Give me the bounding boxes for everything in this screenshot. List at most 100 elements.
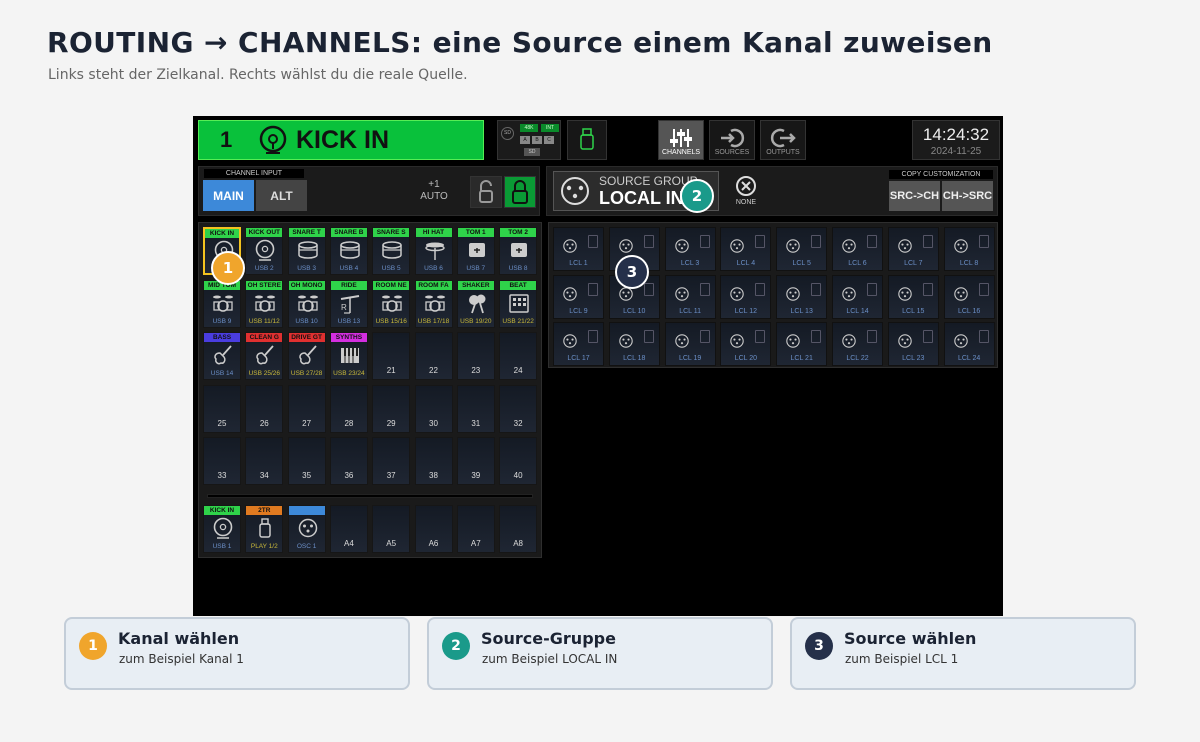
channel-cell-empty[interactable]: 30	[414, 384, 453, 433]
channel-cell-empty[interactable]: A4	[329, 505, 368, 553]
source-cell[interactable]: LCL 23	[887, 322, 939, 366]
channel-cell-empty[interactable]: A8	[499, 505, 538, 553]
channel-cell-empty[interactable]: A6	[414, 505, 453, 553]
source-cell[interactable]: LCL 19	[664, 322, 716, 366]
source-cell[interactable]: LCL 21	[776, 322, 828, 366]
source-cell[interactable]: LCL 1	[553, 227, 604, 271]
channel-cell-empty[interactable]: 29	[372, 384, 411, 433]
source-cell[interactable]: LCL 15	[887, 274, 939, 319]
unlock-button[interactable]	[470, 176, 502, 208]
channel-cell-empty[interactable]: 22	[414, 332, 453, 380]
channel-cell-empty[interactable]: 38	[414, 437, 453, 485]
channel-cell-empty[interactable]: 26	[245, 384, 284, 433]
nav-outputs-button[interactable]: OUTPUTS	[760, 120, 806, 160]
channel-cell[interactable]: ROOM FA USB 17/18	[414, 279, 453, 328]
channel-cell[interactable]: RIDE R USB 13	[329, 279, 368, 328]
usb-button[interactable]	[567, 120, 607, 160]
channel-cell[interactable]: BASS USB 14	[203, 332, 241, 380]
channel-cell-empty[interactable]: 28	[329, 384, 368, 433]
channel-cell[interactable]: SNARE T USB 3	[287, 227, 326, 275]
channel-cell-empty[interactable]: 35	[287, 437, 326, 485]
channel-cell[interactable]: HI HAT USB 6	[414, 227, 453, 275]
channel-source: USB 17/18	[417, 317, 450, 325]
channel-cell-empty[interactable]: 32	[499, 384, 538, 433]
source-cell[interactable]: LCL 8	[943, 227, 995, 271]
alt-input-button[interactable]: ALT	[256, 180, 307, 211]
source-cell[interactable]: LCL 6	[832, 227, 883, 271]
channel-cell[interactable]: OSC 1	[287, 505, 326, 553]
channel-cell[interactable]: SNARE S USB 5	[372, 227, 411, 275]
source-cell[interactable]: LCL 3	[664, 227, 716, 271]
channel-cell-empty[interactable]: 25	[203, 384, 241, 433]
source-cell[interactable]: LCL 17	[553, 322, 604, 366]
source-cell[interactable]: LCL 12	[720, 274, 772, 319]
channel-cell[interactable]: KICK OUT USB 2	[245, 227, 284, 275]
channel-cell-empty[interactable]: 40	[499, 437, 538, 485]
channel-cell[interactable]: TOM 2 USB 8	[499, 227, 538, 275]
mic-icon	[978, 235, 989, 248]
channel-cell[interactable]: ROOM NE USB 15/16	[372, 279, 411, 328]
nav-channels-button[interactable]: CHANNELS	[658, 120, 704, 160]
channel-tag: KICK OUT	[246, 228, 283, 237]
source-group-panel: SOURCE GROUP LOCAL IN NONE COPY CUSTOMIZ…	[546, 166, 998, 216]
xlr-icon	[563, 334, 577, 348]
source-cell[interactable]: LCL 24	[943, 322, 995, 366]
nav-sources-button[interactable]: SOURCES	[709, 120, 755, 160]
channel-cell-empty[interactable]: 21	[372, 332, 411, 380]
channel-cell[interactable]: 2TR PLAY 1/2	[245, 505, 284, 553]
source-cell[interactable]: LCL 11	[664, 274, 716, 319]
source-cell[interactable]: LCL 14	[832, 274, 883, 319]
mic-icon	[755, 235, 766, 248]
channel-cell[interactable]: CLEAN G USB 25/26	[245, 332, 284, 380]
copy-customization-title: COPY CUSTOMIZATION	[889, 170, 993, 179]
channel-cell-empty[interactable]: 37	[372, 437, 411, 485]
channel-cell-empty[interactable]: 39	[456, 437, 495, 485]
channel-cell[interactable]: SYNTHS USB 23/24	[329, 332, 368, 380]
mic-icon	[867, 282, 877, 296]
channel-cell[interactable]: OH STERE USB 11/12	[245, 279, 284, 328]
channel-cell-empty[interactable]: 27	[287, 384, 326, 433]
channel-cell-empty[interactable]: A7	[456, 505, 495, 553]
channel-cell[interactable]: SNARE B USB 4	[329, 227, 368, 275]
channel-cell-empty[interactable]: 36	[329, 437, 368, 485]
mic-icon	[755, 282, 766, 296]
ch-to-src-button[interactable]: CH->SRC	[942, 181, 993, 211]
channel-cell[interactable]: KICK IN USB 1	[203, 505, 241, 553]
mic-icon	[811, 330, 822, 343]
lock-button[interactable]	[504, 176, 536, 208]
channel-cell[interactable]: TOM 1 USB 7	[456, 227, 495, 275]
channel-number: 32	[513, 418, 523, 428]
channel-cell[interactable]: MID TOM USB 9	[203, 279, 241, 328]
source-cell[interactable]: LCL 22	[832, 322, 883, 366]
channel-name-bar[interactable]: 1 KICK IN	[198, 120, 484, 160]
source-cell[interactable]: LCL 7	[887, 227, 939, 271]
channel-source: USB 11/12	[248, 317, 280, 325]
channel-cell-empty[interactable]: 23	[456, 332, 495, 380]
source-cell[interactable]: LCL 13	[776, 274, 828, 319]
channel-source: USB 7	[466, 265, 486, 272]
main-input-button[interactable]: MAIN	[203, 180, 254, 211]
channel-number: 36	[344, 471, 354, 480]
channel-source: USB 5	[381, 265, 401, 272]
none-button[interactable]: NONE	[728, 175, 764, 211]
channel-cell[interactable]: DRIVE GT USB 27/28	[287, 332, 326, 380]
channel-cell-empty[interactable]: 31	[456, 384, 495, 433]
channel-cell[interactable]: SHAKER USB 19/20	[456, 279, 495, 328]
channel-tag	[288, 506, 325, 515]
step-badge: 3	[805, 632, 833, 660]
channel-cell-empty[interactable]: A5	[372, 505, 411, 553]
channel-cell[interactable]: BEAT USB 21/22	[499, 279, 538, 328]
source-cell[interactable]: LCL 4	[720, 227, 772, 271]
source-cell[interactable]: LCL 18	[608, 322, 660, 366]
maracas-icon	[468, 294, 486, 313]
channel-cell-empty[interactable]: 33	[203, 437, 241, 485]
channel-cell-empty[interactable]: 34	[245, 437, 284, 485]
src-to-ch-button[interactable]: SRC->CH	[889, 181, 940, 211]
source-cell[interactable]: LCL 9	[553, 274, 604, 319]
channel-cell-empty[interactable]: 24	[499, 332, 538, 380]
source-cell[interactable]: LCL 16	[943, 274, 995, 319]
channel-cell[interactable]: OH MONO USB 10	[287, 279, 326, 328]
source-cell[interactable]: LCL 20	[720, 322, 772, 366]
channel-tag: ROOM NE	[373, 280, 410, 290]
source-cell[interactable]: LCL 5	[776, 227, 828, 271]
